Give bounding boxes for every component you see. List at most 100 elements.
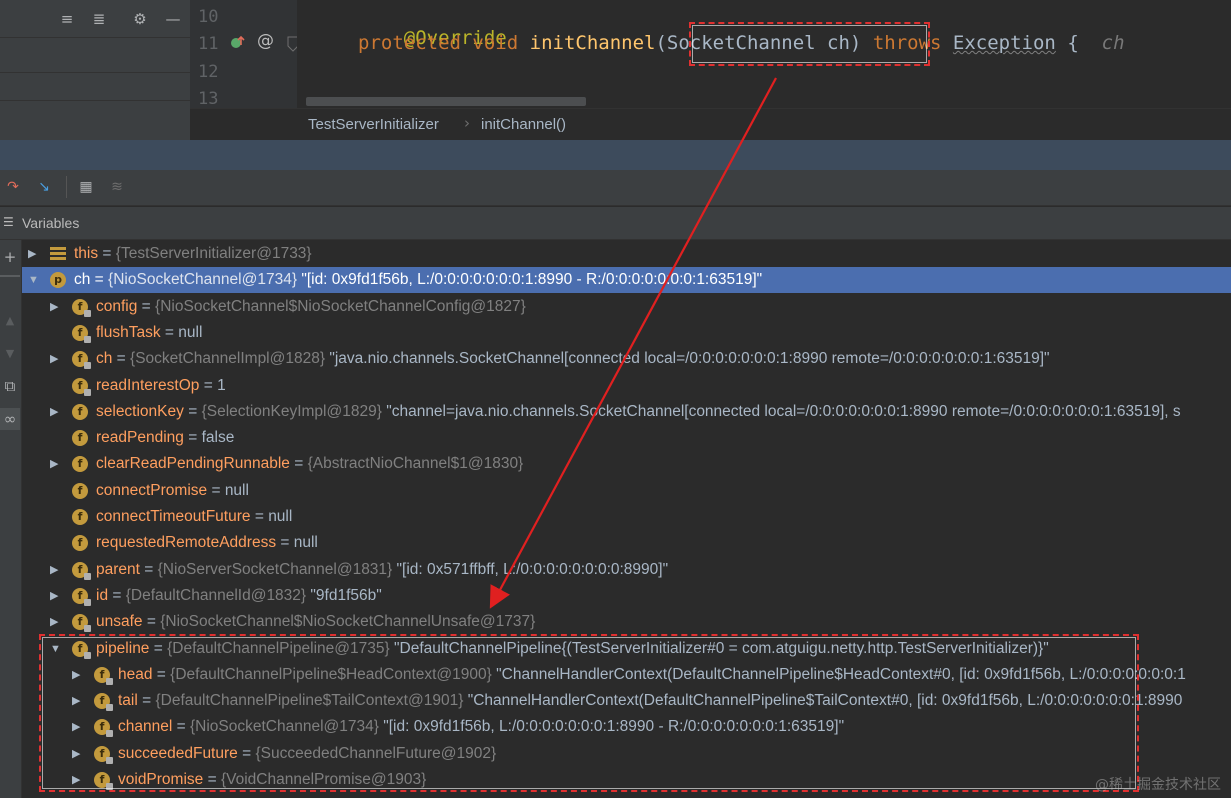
field-icon: f	[72, 377, 91, 396]
variable-label: readInterestOp = 1	[96, 373, 226, 399]
collapse-arrow-icon[interactable]: ▼	[28, 267, 40, 293]
tree-row[interactable]: ▶ f ch = {SocketChannelImpl@1828} "java.ni…	[22, 346, 1231, 372]
copy-icon[interactable]: ⧉	[0, 375, 20, 397]
restore-layout-icon[interactable]: ↷	[4, 178, 22, 196]
line-number: 13	[198, 89, 219, 109]
variable-value: "[id: 0x571ffbff, L:/0:0:0:0:0:0:0:0:899…	[396, 560, 669, 578]
override-gutter-icon[interactable]	[230, 35, 246, 51]
variable-type: {NioSocketChannel@1734}	[108, 271, 302, 289]
variable-name: flushTask	[96, 323, 161, 341]
line-number: 11	[198, 34, 219, 54]
plus-icon[interactable]: +	[0, 246, 20, 268]
breadcrumb-class[interactable]: TestServerInitializer	[308, 116, 439, 133]
tree-row[interactable]: ▶ f id = {DefaultChannelId@1832} "9fd1f56b…	[22, 583, 1231, 609]
variable-value: "java.nio.channels.SocketChannel[connect…	[329, 350, 1050, 368]
columns-icon[interactable]: ≋	[108, 178, 126, 196]
equals-sign: =	[137, 297, 156, 315]
debug-toolbar	[0, 170, 1231, 206]
breadcrumb-method[interactable]: initChannel()	[481, 116, 566, 133]
keyword-protected: protected	[358, 32, 461, 54]
field-icon: f	[72, 509, 88, 525]
tree-row[interactable]: ▶ this = {TestServerInitializer@1733}	[22, 241, 1231, 267]
field-icon: f	[72, 430, 88, 447]
tree-row[interactable]: ▶ f selectionKey = {SelectionKeyImpl@1829}…	[22, 399, 1231, 425]
toolbar-separator	[66, 176, 67, 198]
variable-name: unsafe	[96, 613, 143, 631]
variable-value: null	[268, 508, 293, 525]
down-icon[interactable]: ▼	[0, 343, 20, 365]
variable-label: connectPromise = null	[96, 478, 249, 504]
field-icon: f	[72, 403, 88, 420]
variable-type: {AbstractNioChannel$1@1830}	[307, 455, 524, 473]
variable-value: null	[293, 534, 318, 552]
variable-name: parent	[96, 560, 140, 578]
equals-sign: =	[142, 613, 161, 631]
variable-value: false	[201, 429, 235, 447]
expand-arrow-icon[interactable]: ▶	[50, 451, 62, 477]
expand-arrow-icon[interactable]: ▶	[50, 609, 62, 635]
variable-label: clearReadPendingRunnable = {AbstractNioC…	[96, 451, 523, 477]
variable-name: clearReadPendingRunnable	[96, 455, 290, 473]
variable-name: id	[96, 586, 109, 604]
tree-row[interactable]: f readInterestOp = 1	[22, 373, 1231, 399]
tree-row[interactable]: f flushTask = null	[22, 320, 1231, 346]
variable-label: flushTask = null	[96, 320, 202, 346]
tree-row[interactable]: ▼ p ch = {NioSocketChannel@1734} "[id: 0x9…	[22, 267, 1231, 294]
equals-sign: =	[108, 586, 126, 604]
tool-window-divider[interactable]	[0, 140, 1231, 170]
variables-side-toolbar: + ▲ ▼ ⧉ ∞	[0, 240, 22, 798]
tree-row[interactable]: f readPending = false	[22, 425, 1231, 451]
expand-all-icon[interactable]: ≡	[58, 10, 76, 28]
minimize-icon[interactable]: —	[164, 10, 182, 28]
tree-row[interactable]: f connectTimeoutFuture = null	[22, 504, 1231, 530]
equals-sign: =	[160, 323, 179, 341]
expand-arrow-icon[interactable]: ▶	[50, 294, 62, 320]
equals-sign: =	[199, 376, 218, 394]
tree-row[interactable]: ▶ f config = {NioSocketChannel$NioSocketCh…	[22, 294, 1231, 320]
highlight-box-pipeline	[39, 634, 1139, 792]
divider	[0, 275, 20, 277]
variable-name: readInterestOp	[96, 376, 200, 394]
tree-row[interactable]: f requestedRemoteAddress = null	[22, 530, 1231, 556]
line-number: 12	[198, 62, 219, 82]
collapse-all-icon[interactable]: ≣	[90, 10, 108, 28]
tree-row[interactable]: ▶ f clearReadPendingRunnable = {AbstractNi…	[22, 451, 1231, 477]
exception-type[interactable]: Exception	[953, 32, 1056, 54]
variable-type: {TestServerInitializer@1733}	[115, 245, 312, 262]
field-icon: f	[72, 482, 88, 499]
horizontal-scrollbar[interactable]	[306, 97, 586, 106]
variable-label: unsafe = {NioSocketChannel$NioSocketChan…	[96, 609, 535, 635]
variable-name: ch	[96, 350, 113, 368]
variable-value: 1	[217, 376, 226, 394]
annotation-gutter-icon[interactable]: @	[257, 31, 274, 51]
expand-arrow-icon[interactable]: ▶	[50, 583, 62, 609]
tree-row[interactable]: f connectPromise = null	[22, 478, 1231, 504]
expand-arrow-icon[interactable]: ▶	[50, 557, 62, 583]
equals-sign: =	[112, 350, 131, 368]
expand-arrow-icon[interactable]: ▶	[50, 346, 62, 372]
expand-arrow-icon[interactable]: ▶	[28, 241, 40, 267]
variable-type: {NioSocketChannel$NioSocketChannelUnsafe…	[160, 613, 536, 631]
expand-arrow-icon[interactable]: ▶	[50, 399, 62, 425]
tree-row[interactable]: ▶ f unsafe = {NioSocketChannel$NioSocketCh…	[22, 609, 1231, 635]
tree-row[interactable]: ▶ f parent = {NioServerSocketChannel@1831}…	[22, 557, 1231, 583]
keyword-void: void	[472, 32, 519, 54]
breadcrumb-separator-icon: ›	[464, 114, 470, 132]
gear-icon[interactable]: ⚙	[131, 10, 149, 28]
variable-label: selectionKey = {SelectionKeyImpl@1829} "…	[96, 399, 1181, 425]
variable-type: {SocketChannelImpl@1828}	[130, 350, 330, 368]
equals-sign: =	[183, 402, 202, 420]
equals-sign: =	[139, 560, 158, 578]
method-name[interactable]: initChannel	[530, 32, 656, 54]
field-icon: f	[72, 587, 91, 606]
up-icon[interactable]: ▲	[0, 310, 20, 332]
variable-type: {NioServerSocketChannel@1831}	[157, 560, 397, 578]
menu-icon[interactable]: ☰	[3, 216, 15, 228]
jump-to-cursor-icon[interactable]: ↘	[35, 178, 53, 196]
table-view-icon[interactable]: ▦	[77, 178, 95, 196]
variable-label: readPending = false	[96, 425, 234, 451]
variable-value: null	[178, 323, 203, 341]
editor-area: ≡ ≣ ⚙ — @ 10 11 12 13 @Override protecte…	[0, 0, 1231, 140]
equals-sign: =	[98, 245, 116, 262]
watches-icon[interactable]: ∞	[0, 408, 20, 430]
